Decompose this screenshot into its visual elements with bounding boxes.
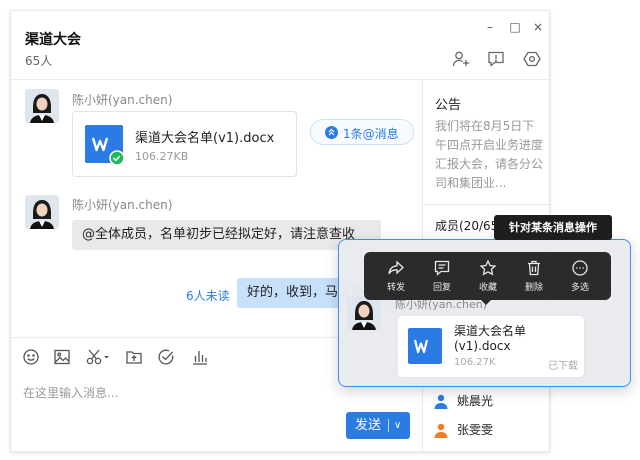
word-doc-icon	[85, 125, 125, 166]
message-sender: 陈小妍(yan.chen)	[72, 198, 173, 212]
trash-icon	[528, 260, 540, 276]
send-separator	[388, 419, 389, 432]
word-doc-icon	[408, 328, 442, 364]
chart-icon[interactable]	[190, 347, 210, 367]
text-message-bubble[interactable]: @全体成员，名单初步已经拟定好，请注意查收	[72, 220, 381, 250]
message-input[interactable]: 在这里输入消息...	[23, 384, 118, 401]
add-member-icon[interactable]	[451, 49, 471, 69]
forward-button[interactable]: 转发	[376, 259, 416, 295]
notice-title: 公告	[435, 98, 462, 113]
reply-icon	[434, 260, 450, 276]
message-sender: 陈小妍(yan.chen)	[72, 93, 173, 107]
download-status: 已下载	[548, 361, 578, 372]
callout-label: 针对某条消息操作	[494, 215, 612, 240]
image-icon[interactable]	[52, 347, 72, 367]
member-name: 张雯雯	[457, 423, 494, 437]
message-action-bar: 转发 回复 收藏 删除 多选	[364, 252, 611, 305]
send-options-chevron-icon[interactable]: ∨	[394, 412, 401, 439]
file-name: 渠道大会名单(v1).docx	[454, 324, 527, 353]
announcement-icon[interactable]	[486, 49, 506, 69]
notice-body[interactable]: 我们将在8月5日下午四点开启业务进度汇报大会，请各分公司和集团业...	[435, 117, 543, 193]
avatar[interactable]	[25, 89, 59, 123]
chat-title: 渠道大会	[25, 32, 81, 48]
more-icon	[572, 260, 588, 276]
scissors-icon[interactable]	[85, 347, 111, 367]
person-icon	[433, 422, 449, 438]
member-count: 65人	[25, 54, 53, 68]
check-circle-icon[interactable]	[156, 347, 176, 367]
notice-divider	[423, 204, 551, 205]
upload-folder-icon[interactable]	[124, 347, 144, 367]
action-bar-pointer	[479, 298, 493, 305]
jump-up-icon	[325, 126, 338, 139]
delete-label: 删除	[524, 283, 543, 293]
member-name: 姚晨光	[457, 394, 494, 408]
header-divider	[11, 79, 551, 80]
emoji-icon[interactable]	[21, 347, 41, 367]
star-icon	[479, 259, 497, 276]
file-message-card[interactable]: 渠道大会名单(v1).docx 106.27KB	[72, 111, 297, 177]
favorite-label: 收藏	[478, 283, 497, 293]
file-size: 106.27KB	[135, 150, 189, 163]
reply-label: 回复	[432, 283, 451, 293]
maximize-button[interactable]: □	[508, 21, 522, 33]
forward-icon	[388, 260, 404, 275]
avatar[interactable]	[25, 195, 59, 229]
file-name: 渠道大会名单(v1).docx	[135, 131, 275, 146]
file-message-card[interactable]: 渠道大会名单(v1).docx 106.27K 已下载	[397, 315, 585, 378]
favorite-button[interactable]: 收藏	[468, 259, 508, 295]
multi-select-button[interactable]: 多选	[560, 259, 600, 295]
close-button[interactable]: ×	[531, 21, 545, 33]
at-mention-jump-button[interactable]: 1条@消息	[310, 119, 414, 145]
minimize-button[interactable]: –	[483, 21, 497, 33]
delete-button[interactable]: 删除	[514, 259, 554, 295]
unread-count[interactable]: 6人未读	[186, 287, 230, 304]
send-label: 发送	[355, 418, 382, 433]
person-icon	[433, 393, 449, 409]
forward-label: 转发	[386, 283, 405, 293]
multi-select-label: 多选	[570, 283, 589, 293]
screenshot-stage: – □ × 渠道大会 65人 陈小妍(yan.chen) 渠道大会名单(v1).…	[0, 0, 640, 460]
avatar	[347, 296, 381, 330]
settings-icon[interactable]	[522, 49, 542, 69]
file-size: 106.27K	[454, 357, 496, 368]
reply-button[interactable]: 回复	[422, 259, 462, 295]
message-action-callout: 陈小妍(yan.chen) 渠道大会名单(v1).docx 106.27K 已下…	[338, 239, 631, 387]
send-button[interactable]: 发送 ∨	[346, 412, 410, 439]
at-mention-label: 1条@消息	[343, 127, 399, 141]
